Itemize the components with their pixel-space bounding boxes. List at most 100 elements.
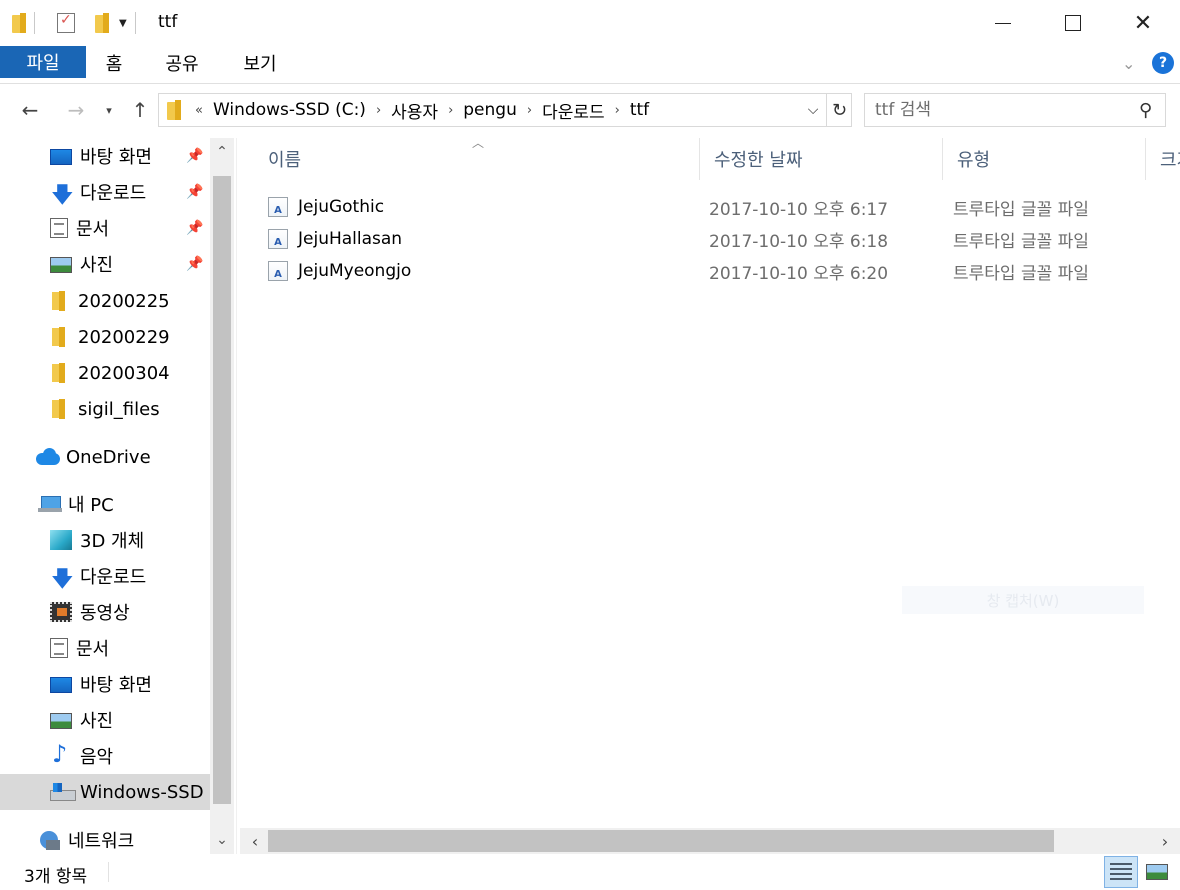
sidebar-item-folder[interactable]: sigil_files bbox=[0, 391, 210, 427]
sidebar-item-this-pc[interactable]: 내 PC bbox=[0, 486, 210, 522]
folder-icon bbox=[48, 291, 70, 311]
refresh-icon: ↻ bbox=[831, 99, 848, 121]
sidebar-item-folder[interactable]: 20200304 bbox=[0, 355, 210, 391]
tab-file[interactable]: 파일 bbox=[0, 46, 86, 78]
table-row[interactable]: A JejuMyeongjo 2017-10-10 오후 6:20 트루타입 글… bbox=[264, 255, 1144, 287]
new-folder-icon[interactable] bbox=[95, 13, 109, 33]
tab-home[interactable]: 홈 bbox=[86, 46, 142, 80]
sidebar-item-documents[interactable]: 문서 📌 bbox=[0, 210, 210, 246]
sidebar-item-onedrive[interactable]: OneDrive bbox=[0, 439, 210, 475]
sidebar-item-3d-objects[interactable]: 3D 개체 bbox=[0, 522, 210, 558]
search-input[interactable] bbox=[875, 100, 1125, 120]
tab-share[interactable]: 공유 bbox=[152, 46, 212, 80]
sidebar-item-label: 사진 bbox=[80, 711, 114, 732]
navigation-pane-scrollbar[interactable]: ⌃ ⌄ bbox=[210, 138, 234, 854]
help-icon[interactable]: ? bbox=[1152, 52, 1174, 74]
sidebar-item-network[interactable]: 네트워크 bbox=[0, 822, 210, 854]
customize-toolbar-chevron-icon[interactable]: ▼ bbox=[119, 18, 127, 29]
maximize-button[interactable] bbox=[1038, 0, 1108, 46]
column-header-size[interactable]: 크기 bbox=[1146, 138, 1180, 180]
sidebar-item-pictures[interactable]: 사진 📌 bbox=[0, 246, 210, 282]
file-type: 트루타입 글꼴 파일 bbox=[953, 199, 1089, 220]
breadcrumb-chevron-icon[interactable]: › bbox=[448, 103, 453, 118]
breadcrumb-chevron-icon[interactable]: › bbox=[376, 103, 381, 118]
scroll-right-chevron-icon[interactable]: › bbox=[1152, 828, 1178, 854]
properties-icon[interactable] bbox=[57, 12, 75, 33]
minimize-icon bbox=[995, 22, 1011, 24]
recent-locations-button[interactable]: ▾ bbox=[100, 96, 118, 124]
pin-icon[interactable]: 📌 bbox=[186, 220, 203, 236]
sidebar-item-label: 바탕 화면 bbox=[80, 675, 152, 696]
item-count: 3개 항목 bbox=[24, 867, 88, 887]
sidebar-item-documents[interactable]: 문서 bbox=[0, 630, 210, 666]
details-view-button[interactable] bbox=[1104, 856, 1138, 888]
sidebar-item-desktop[interactable]: 바탕 화면 bbox=[0, 666, 210, 702]
sidebar-item-windows-ssd[interactable]: Windows-SSD (C:) bbox=[0, 774, 210, 810]
back-button[interactable]: ← bbox=[16, 96, 44, 124]
sidebar-item-desktop[interactable]: 바탕 화면 📌 bbox=[0, 138, 210, 174]
pane-divider[interactable] bbox=[236, 138, 237, 854]
search-box[interactable]: ⚲ bbox=[864, 93, 1166, 127]
column-header-name[interactable]: 이름 bbox=[254, 138, 700, 180]
column-header-type[interactable]: 유형 bbox=[943, 138, 1146, 180]
address-bar[interactable]: « Windows-SSD (C:) › 사용자 › pengu › 다운로드 … bbox=[158, 93, 852, 127]
scroll-up-chevron-icon[interactable]: ⌃ bbox=[210, 140, 234, 164]
scrollbar-thumb[interactable] bbox=[213, 176, 231, 804]
breadcrumb-item[interactable]: Windows-SSD (C:) bbox=[213, 100, 366, 120]
expand-ribbon-chevron-icon[interactable]: ⌄ bbox=[1122, 54, 1135, 73]
sidebar-item-label: 음악 bbox=[80, 747, 114, 768]
file-modified-date: 2017-10-10 오후 6:17 bbox=[709, 199, 889, 220]
sidebar-item-folder[interactable]: 20200225 bbox=[0, 283, 210, 319]
table-row[interactable]: A JejuGothic 2017-10-10 오후 6:17 트루타입 글꼴 … bbox=[264, 191, 1144, 223]
pin-icon[interactable]: 📌 bbox=[186, 148, 203, 164]
sidebar-item-videos[interactable]: 동영상 bbox=[0, 594, 210, 630]
forward-arrow-icon: → bbox=[67, 98, 85, 122]
sidebar-item-music[interactable]: 음악 bbox=[0, 738, 210, 774]
pictures-icon bbox=[50, 257, 72, 273]
capture-watermark: 창 캡처(W) bbox=[902, 586, 1144, 614]
scrollbar-thumb[interactable] bbox=[268, 830, 1054, 852]
folder-icon bbox=[48, 363, 70, 383]
onedrive-icon bbox=[36, 447, 60, 467]
breadcrumb-item[interactable]: 사용자 bbox=[391, 98, 438, 123]
search-icon[interactable]: ⚲ bbox=[1139, 100, 1152, 121]
sidebar-item-label: 동영상 bbox=[80, 603, 130, 624]
address-dropdown-button[interactable]: ⌵ bbox=[800, 93, 826, 127]
sidebar-item-label: 네트워크 bbox=[68, 831, 135, 852]
scroll-down-chevron-icon[interactable]: ⌄ bbox=[210, 828, 234, 852]
tab-view[interactable]: 보기 bbox=[232, 46, 288, 80]
breadcrumb-chevron-icon[interactable]: › bbox=[615, 103, 620, 118]
pin-icon[interactable]: 📌 bbox=[186, 256, 203, 272]
window-title: ttf bbox=[158, 12, 178, 32]
sidebar-item-label: 다운로드 bbox=[80, 567, 147, 588]
column-header-date-modified[interactable]: 수정한 날짜 bbox=[700, 138, 943, 180]
breadcrumb-item[interactable]: ttf bbox=[630, 100, 649, 120]
large-icons-view-button[interactable] bbox=[1140, 856, 1174, 888]
scroll-left-chevron-icon[interactable]: ‹ bbox=[242, 828, 268, 854]
minimize-button[interactable] bbox=[968, 0, 1038, 46]
breadcrumb-item[interactable]: 다운로드 bbox=[542, 98, 605, 123]
sidebar-item-downloads[interactable]: 다운로드 bbox=[0, 558, 210, 594]
sidebar-item-label: 20200229 bbox=[78, 326, 170, 348]
close-button[interactable]: ✕ bbox=[1108, 0, 1178, 46]
file-list-horizontal-scrollbar[interactable]: ‹ › bbox=[240, 828, 1180, 854]
sidebar-item-pictures[interactable]: 사진 bbox=[0, 702, 210, 738]
refresh-button[interactable]: ↻ bbox=[826, 93, 852, 127]
sidebar-item-downloads[interactable]: 다운로드 📌 bbox=[0, 174, 210, 210]
videos-icon bbox=[50, 602, 72, 622]
up-button[interactable]: ↑ bbox=[128, 96, 152, 124]
sidebar-item-folder[interactable]: 20200229 bbox=[0, 319, 210, 355]
forward-button[interactable]: → bbox=[62, 96, 90, 124]
file-type: 트루타입 글꼴 파일 bbox=[953, 231, 1089, 252]
file-type: 트루타입 글꼴 파일 bbox=[953, 263, 1089, 284]
chevron-down-icon: ▾ bbox=[106, 103, 112, 117]
address-overflow[interactable]: « bbox=[195, 103, 203, 118]
3d-objects-icon bbox=[50, 530, 72, 550]
ribbon-tabs: 파일 홈 공유 보기 ⌄ ? bbox=[0, 46, 1180, 84]
table-row[interactable]: A JejuHallasan 2017-10-10 오후 6:18 트루타입 글… bbox=[264, 223, 1144, 255]
status-bar: 3개 항목 bbox=[0, 854, 1180, 890]
breadcrumb-item[interactable]: pengu bbox=[463, 100, 517, 120]
breadcrumb-chevron-icon[interactable]: › bbox=[527, 103, 532, 118]
pin-icon[interactable]: 📌 bbox=[186, 184, 203, 200]
sidebar-item-label: 3D 개체 bbox=[80, 531, 145, 552]
